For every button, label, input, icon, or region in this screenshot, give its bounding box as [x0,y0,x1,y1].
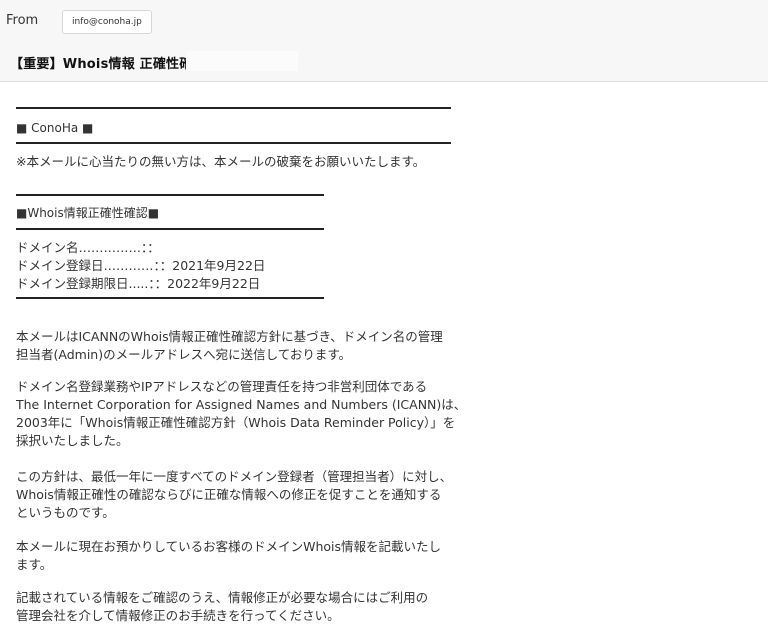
paragraph-line: 記載されている情報をご確認のうえ、情報修正が必要な場合にはご利用の [16,590,429,605]
paragraph-line: ドメイン名登録業務やIPアドレスなどの管理責任を持つ非営利団体である [16,379,428,394]
domain-name-row: ドメイン名……………：： [16,240,160,255]
section-title: ■Whois情報正確性確認■ [16,206,160,220]
notice-text: ※本メールに心当たりの無い方は、本メールの破棄をお願いいたします。 [16,154,426,169]
divider [16,297,324,299]
paragraph-line: この方針は、最低一年に一度すべてのドメイン登録者（管理担当者）に対し、 [16,469,453,484]
brand-line: ■ ConoHa ■ [16,121,94,135]
paragraph-line: というものです。 [16,505,115,520]
paragraph-line: Whois情報正確性の確認ならびに正確な情報への修正を促すことを通知する [16,487,442,502]
redaction-block [186,51,298,71]
email-body: ■ ConoHa ■ ※本メールに心当たりの無い方は、本メールの破棄をお願いいた… [0,83,768,628]
divider [16,194,324,196]
divider [16,228,324,230]
email-subject: 【重要】Whois情報 正確性確認 [10,57,206,72]
paragraph-line: 管理会社を介して情報修正のお手続きを行ってください。 [16,608,340,623]
email-header: From info@conoha.jp 【重要】Whois情報 正確性確認 [0,0,768,82]
sender-address-chip[interactable]: info@conoha.jp [62,10,152,34]
divider [16,142,451,144]
paragraph-line: 本メールはICANNのWhois情報正確性確認方針に基づき、ドメイン名の管理 [16,329,443,344]
paragraph-line: 本メールに現在お預かりしているお客様のドメインWhois情報を記載いたし [16,539,442,554]
paragraph-line: 採択いたしました。 [16,433,129,448]
paragraph-line: 担当者(Admin)のメールアドレスへ宛に送信しております。 [16,347,352,362]
paragraph-line: 2003年に「Whois情報正確性確認方針（Whois Data Reminde… [16,415,456,430]
registration-date-row: ドメイン登録日…………：：2021年9月22日 [16,258,266,273]
from-label: From [6,13,39,28]
divider [16,107,451,109]
paragraph-line: ます。 [16,557,53,572]
paragraph-line: The Internet Corporation for Assigned Na… [16,397,467,412]
expiration-date-row: ドメイン登録期限日.....：：2022年9月22日 [16,276,261,291]
